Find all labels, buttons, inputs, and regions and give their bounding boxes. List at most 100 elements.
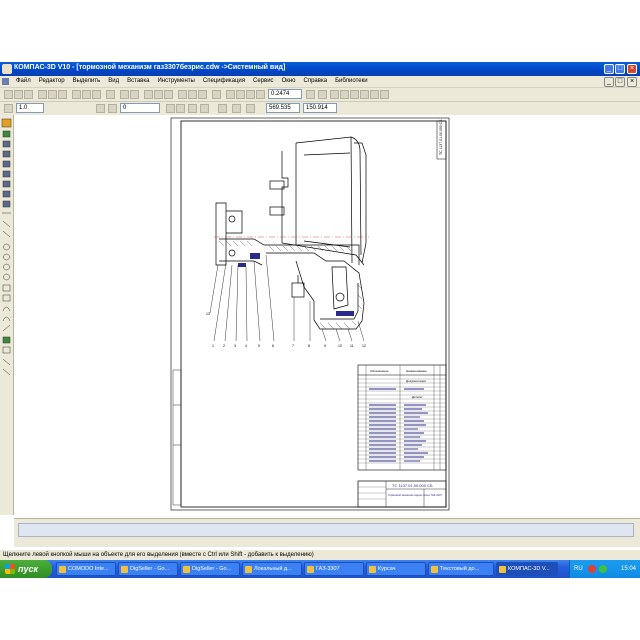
cut-icon[interactable] (72, 90, 81, 99)
ortho-icon[interactable] (360, 90, 369, 99)
spec-section-docs: Документация (406, 379, 426, 383)
library-icon[interactable] (154, 90, 163, 99)
snap-state-icon[interactable] (166, 104, 175, 113)
redo-icon[interactable] (130, 90, 139, 99)
variables-icon[interactable] (164, 90, 173, 99)
new-document-icon[interactable] (4, 90, 13, 99)
menu-service[interactable]: Сервис (249, 76, 278, 87)
tray-network-icon[interactable] (599, 565, 607, 573)
menu-insert[interactable]: Вставка (123, 76, 153, 87)
start-button[interactable]: пуск (0, 560, 52, 578)
task-text-document[interactable]: Текстовый до... (428, 562, 494, 576)
properties-icon[interactable] (106, 90, 115, 99)
zoom-out-icon[interactable] (246, 90, 255, 99)
round-icon[interactable] (246, 104, 255, 113)
monitor-icon[interactable] (370, 90, 379, 99)
document-icon[interactable] (2, 78, 9, 85)
menu-editor[interactable]: Редактор (35, 76, 69, 87)
doc-restore-button[interactable]: □ (615, 77, 625, 87)
manager-icon[interactable] (144, 90, 153, 99)
standard-toolbar: 0.2474 (0, 88, 640, 102)
zoom-field[interactable]: 0.2474 (268, 89, 302, 99)
properties-panel-body[interactable] (18, 523, 634, 537)
layer-field[interactable]: 0 (120, 103, 160, 113)
task-digseller-1[interactable]: DigSeller - Go... (118, 562, 178, 576)
app-icon[interactable] (2, 64, 12, 74)
fx-icon[interactable] (188, 90, 197, 99)
task-kursach[interactable]: Курсач (366, 562, 426, 576)
svg-text:12: 12 (362, 344, 366, 348)
svg-text:4: 4 (245, 344, 247, 348)
copy-icon[interactable] (82, 90, 91, 99)
coord-x-field[interactable]: 569.535 (266, 103, 300, 113)
task-gaz3307[interactable]: ГАЗ-3307 (304, 562, 364, 576)
print-icon[interactable] (38, 90, 47, 99)
zoom-in-icon[interactable] (236, 90, 245, 99)
cursor-icon[interactable] (232, 104, 241, 113)
fit-icon[interactable] (318, 90, 327, 99)
layers-icon[interactable] (178, 90, 187, 99)
menu-libraries[interactable]: Библиотеки (331, 76, 372, 87)
svg-text:10: 10 (338, 344, 342, 348)
clock: 15:04 (620, 566, 636, 572)
pan-icon[interactable] (306, 90, 315, 99)
print-preview-icon[interactable] (48, 90, 57, 99)
layer-state-icon[interactable] (96, 104, 105, 113)
maximize-button[interactable]: □ (615, 64, 625, 74)
drawing-sheet: ТС 1137.01.00.000 СБ 1 2 3 4 5 6 7 8 9 1… (170, 117, 450, 511)
coord-icon[interactable] (218, 104, 227, 113)
menu-view[interactable]: Вид (104, 76, 123, 87)
folder-icon (245, 566, 252, 573)
snap-icon[interactable] (350, 90, 359, 99)
print-area-icon[interactable] (380, 90, 389, 99)
line-scale-field[interactable]: 1.0 (16, 103, 44, 113)
zoom-all-icon[interactable] (256, 90, 265, 99)
refresh-icon[interactable] (212, 90, 221, 99)
line-scale-icon[interactable] (4, 104, 13, 113)
stamp-code: ТС 1137.01.00.000 СБ (392, 483, 433, 488)
compact-toolbar (0, 115, 14, 515)
language-indicator[interactable]: RU (574, 560, 583, 578)
paste-icon[interactable] (92, 90, 101, 99)
show-all-icon[interactable] (330, 90, 339, 99)
grid-state-icon[interactable] (176, 104, 185, 113)
grid-icon[interactable] (340, 90, 349, 99)
menu-window[interactable]: Окно (278, 76, 300, 87)
zoom-icon[interactable] (226, 90, 235, 99)
doc-close-button[interactable]: × (627, 77, 637, 87)
menu-tools[interactable]: Инструменты (153, 76, 198, 87)
layer-icon[interactable] (108, 104, 117, 113)
drawing-canvas[interactable]: ТС 1137.01.00.000 СБ 1 2 3 4 5 6 7 8 9 1… (14, 115, 640, 515)
svg-text:8: 8 (308, 344, 310, 348)
help-icon[interactable] (198, 90, 207, 99)
menu-file[interactable]: Файл (12, 76, 35, 87)
tool-icons[interactable] (0, 115, 13, 515)
document-icon (431, 566, 438, 573)
folder-icon (369, 566, 376, 573)
windows-flag-icon (5, 564, 15, 574)
task-local-disk[interactable]: Локальный д... (242, 562, 302, 576)
open-icon[interactable] (14, 90, 23, 99)
menu-select[interactable]: Выделить (69, 76, 105, 87)
save-icon[interactable] (24, 90, 33, 99)
close-button[interactable]: × (627, 64, 637, 74)
ortho-state-icon[interactable] (200, 104, 209, 113)
task-comodo[interactable]: COMODO Inte... (56, 562, 116, 576)
kompas-icon (499, 566, 506, 573)
svg-text:13: 13 (206, 312, 210, 316)
undo-icon[interactable] (120, 90, 129, 99)
svg-text:11: 11 (350, 344, 354, 348)
browser-icon (183, 566, 190, 573)
tray-security-icon[interactable] (588, 565, 596, 573)
local-cs-icon[interactable] (188, 104, 197, 113)
menu-help[interactable]: Справка (300, 76, 332, 87)
menu-specification[interactable]: Спецификация (199, 76, 249, 87)
task-kompas[interactable]: КОМПАС-3D V... (496, 562, 558, 576)
doc-minimize-button[interactable]: _ (604, 77, 614, 87)
spec-header-designation: Обозначение (370, 369, 389, 373)
minimize-button[interactable]: _ (604, 64, 614, 74)
print-setup-icon[interactable] (58, 90, 67, 99)
task-digseller-2[interactable]: DigSeller - Go... (180, 562, 240, 576)
side-stamp-text: ТС 1137.01.00.000 СБ (439, 119, 443, 155)
coord-y-field[interactable]: 150.914 (303, 103, 337, 113)
